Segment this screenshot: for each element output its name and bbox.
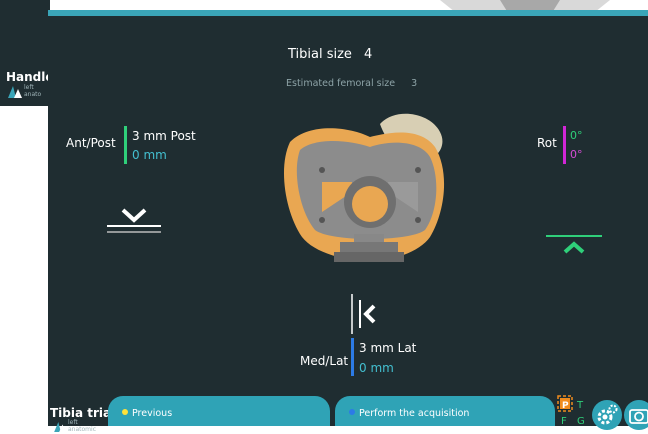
previous-button[interactable]: Previous (108, 396, 330, 426)
med-lat-reference-value: 0 mm (359, 361, 394, 375)
med-lat-label: Med/Lat (300, 354, 349, 368)
tibial-size-value: 4 (363, 47, 373, 62)
previous-button-label: Previous (132, 408, 173, 419)
ant-post-indicator-bar (124, 126, 127, 164)
screen-title: Tibia trial (50, 406, 116, 420)
logo-text-line: anatomic (68, 426, 96, 433)
tracker-letter-g: G (577, 416, 585, 426)
logo-text-line: left (68, 419, 78, 426)
rotation-value: 0° (570, 129, 583, 142)
med-lat-value: 3 mm Lat (359, 341, 417, 355)
previous-dot-icon (122, 409, 128, 415)
perform-acquisition-button[interactable]: Perform the acquisition (335, 396, 555, 426)
background-window-title: Handle (6, 70, 54, 84)
logo-text-line: anato (24, 91, 42, 98)
ant-post-value: 3 mm Post (132, 129, 196, 143)
tracker-letter-p: P (562, 401, 569, 411)
rotation-label: Rot (537, 136, 557, 150)
logo-text-line: left (24, 84, 34, 91)
tibial-size-label: Tibial size (288, 47, 352, 62)
estimated-femoral-size-value: 3 (411, 78, 418, 89)
tracker-status-icon: P T F G (557, 395, 585, 426)
app-logo-icon (8, 86, 22, 98)
tibia-trial-window: Tibial size 4 Estimated femoral size 3 Ant… (48, 10, 648, 433)
perform-acquisition-label: Perform the acquisition (359, 408, 470, 419)
tracker-letter-t: T (576, 400, 584, 411)
tibial-implant-render (283, 113, 445, 262)
ant-post-label: Ant/Post (66, 136, 116, 150)
tibial-size: Tibial size 4 (288, 47, 372, 62)
acquisition-dot-icon (349, 409, 355, 415)
estimated-femoral-size-label: Estimated femoral size (286, 78, 396, 89)
estimated-femoral-size: Estimated femoral size 3 (286, 78, 417, 89)
app-logo-icon (54, 422, 66, 432)
rotation-indicator-bar (563, 126, 566, 164)
move-posterior-button[interactable] (104, 202, 164, 242)
move-anterior-button[interactable] (544, 230, 604, 260)
med-lat-indicator-bar (351, 338, 354, 376)
background-logo-text: left anato (24, 84, 41, 98)
tracker-letter-f: F (561, 416, 567, 426)
ant-post-reference-value: 0 mm (132, 148, 167, 162)
rotation-reference-value: 0° (570, 148, 583, 161)
move-lateral-button[interactable] (344, 294, 380, 334)
logo-text: left anatomic (68, 419, 96, 433)
